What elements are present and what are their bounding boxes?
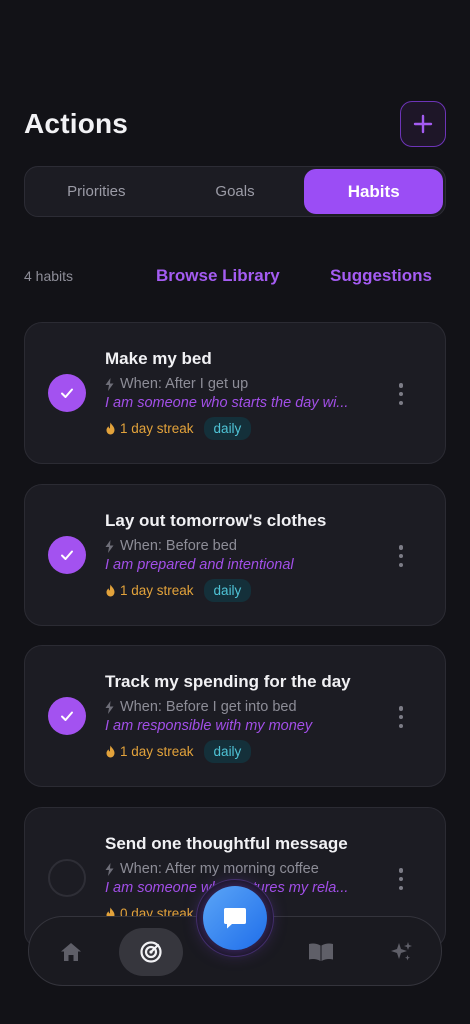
habit-trigger: When: After my morning coffee — [105, 861, 385, 877]
checkmark-icon — [61, 711, 73, 721]
flame-icon — [106, 422, 115, 435]
header: Actions — [24, 100, 446, 148]
tab-priorities[interactable]: Priorities — [27, 169, 166, 214]
chat-icon — [224, 908, 246, 929]
nav-coach[interactable] — [381, 928, 421, 976]
habit-card[interactable]: Make my bed When: After I get up I am so… — [24, 322, 446, 464]
checkmark-icon — [61, 550, 73, 560]
more-options-icon[interactable] — [397, 706, 405, 728]
checkmark-icon — [61, 388, 73, 398]
add-button[interactable] — [400, 101, 446, 147]
habit-checkbox[interactable] — [48, 697, 86, 735]
habit-identity: I am responsible with my money — [105, 718, 313, 734]
habit-count: 4 habits — [24, 268, 74, 284]
actions-icon — [140, 941, 162, 963]
habit-title: Track my spending for the day — [105, 672, 351, 691]
habit-when-text: When: After I get up — [120, 376, 249, 392]
page-title: Actions — [24, 108, 129, 139]
coach-icon — [391, 942, 412, 961]
plus-icon — [413, 114, 433, 134]
segmented-control: Priorities Goals Habits — [24, 166, 446, 217]
habits-meta-row: 4 habits Browse Library Suggestions — [24, 262, 446, 290]
streak-badge: 1 day streak — [105, 583, 194, 598]
habit-trigger: When: After I get up — [105, 376, 385, 392]
habit-trigger: When: Before I get into bed — [105, 699, 385, 715]
habit-when-text: When: Before bed — [120, 538, 237, 554]
more-options-icon[interactable] — [397, 868, 405, 890]
frequency-badge: daily — [203, 417, 252, 440]
tab-habits[interactable]: Habits — [304, 169, 444, 214]
bolt-icon — [105, 539, 114, 553]
flame-icon — [106, 584, 115, 597]
library-icon — [309, 943, 333, 961]
habit-checkbox[interactable] — [48, 536, 86, 574]
bolt-icon — [105, 377, 114, 391]
streak-text: 1 day streak — [120, 583, 194, 598]
suggestions-link[interactable]: Suggestions — [330, 266, 432, 286]
frequency-badge: daily — [203, 740, 252, 763]
tab-goals[interactable]: Goals — [166, 169, 305, 214]
habit-title: Make my bed — [105, 349, 212, 368]
habit-checkbox[interactable] — [48, 859, 86, 897]
home-icon — [61, 943, 81, 961]
streak-text: 1 day streak — [120, 744, 194, 759]
habit-checkbox[interactable] — [48, 374, 86, 412]
bolt-icon — [105, 700, 114, 714]
habit-when-text: When: After my morning coffee — [120, 861, 319, 877]
habit-identity: I am someone who starts the day wi... — [105, 395, 349, 411]
frequency-badge: daily — [203, 579, 252, 602]
habit-title: Send one thoughtful message — [105, 834, 348, 853]
nav-actions[interactable] — [119, 928, 183, 976]
more-options-icon[interactable] — [397, 545, 405, 567]
habit-identity: I am prepared and intentional — [105, 557, 294, 573]
flame-icon — [106, 745, 115, 758]
browse-library-link[interactable]: Browse Library — [156, 266, 280, 286]
streak-text: 1 day streak — [120, 421, 194, 436]
more-options-icon[interactable] — [397, 383, 405, 405]
nav-library[interactable] — [301, 928, 341, 976]
habit-card[interactable]: Track my spending for the day When: Befo… — [24, 645, 446, 787]
streak-badge: 1 day streak — [105, 421, 194, 436]
habit-card[interactable]: Lay out tomorrow's clothes When: Before … — [24, 484, 446, 626]
habit-when-text: When: Before I get into bed — [120, 699, 297, 715]
chat-fab-ring — [196, 879, 274, 957]
streak-badge: 1 day streak — [105, 744, 194, 759]
habit-trigger: When: Before bed — [105, 538, 385, 554]
bolt-icon — [105, 862, 114, 876]
chat-button[interactable] — [203, 886, 267, 950]
habit-title: Lay out tomorrow's clothes — [105, 511, 327, 530]
nav-home[interactable] — [51, 928, 91, 976]
